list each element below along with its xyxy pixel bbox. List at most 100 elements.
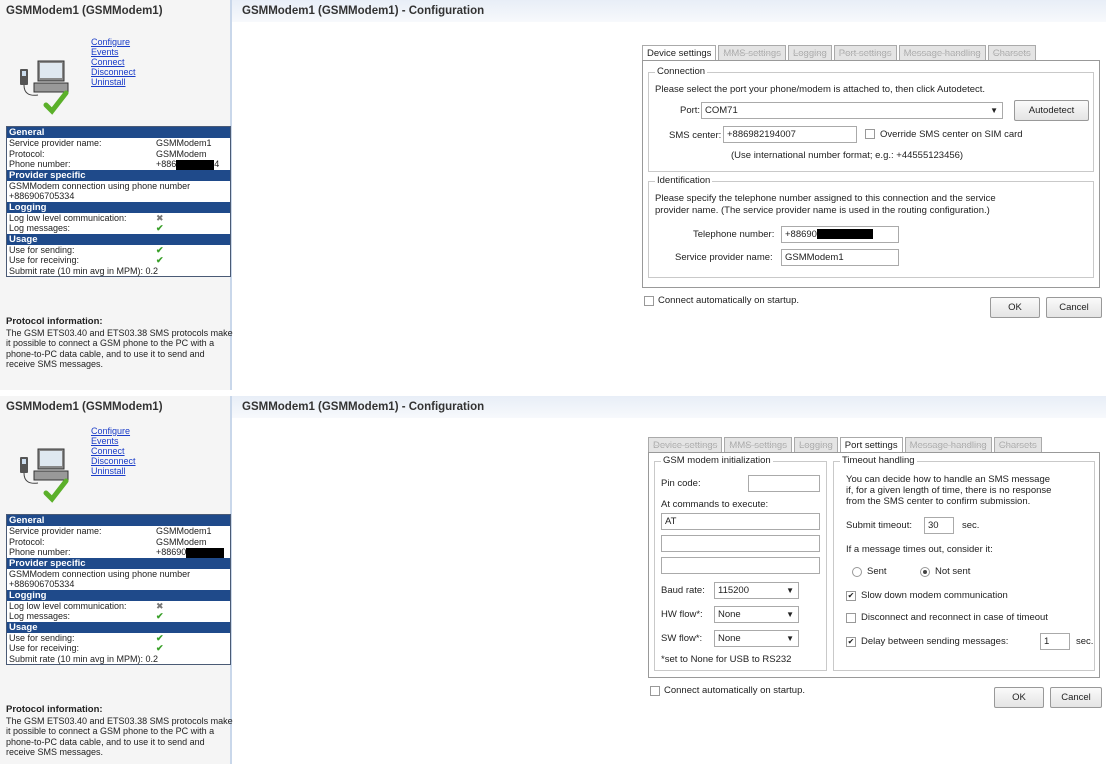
cancel-button[interactable]: Cancel: [1050, 687, 1102, 708]
sw-flow-select[interactable]: None ▼: [714, 630, 799, 647]
at-command-input[interactable]: [661, 535, 820, 552]
tab-mms-settings[interactable]: MMS settings: [718, 45, 786, 60]
submit-rate: Submit rate (10 min avg in MPM): 0.2: [9, 265, 159, 276]
at-command-input[interactable]: [661, 557, 820, 574]
protocol-info: Protocol information: The GSM ETS03.40 a…: [6, 316, 234, 370]
telephone-input[interactable]: +88690: [781, 226, 899, 243]
config-title: GSMModem1 (GSMModem1) - Configuration: [242, 5, 485, 17]
identification-intro: provider name. (The service provider nam…: [655, 205, 990, 216]
delay-label: Delay between sending messages:: [861, 636, 1009, 647]
info-row: Service provider name: GSMModem1: [9, 138, 212, 148]
dropdown-arrow-icon: ▼: [786, 586, 794, 595]
ok-button[interactable]: OK: [990, 297, 1040, 318]
protocol-text: The GSM ETS03.40 and ETS03.38 SMS protoc…: [6, 327, 233, 370]
tab-device-settings[interactable]: Device settings: [648, 437, 723, 452]
at-commands-label: At commands to execute:: [661, 499, 769, 510]
ok-button[interactable]: OK: [994, 687, 1044, 708]
check-icon: ✔: [156, 244, 164, 255]
pin-input[interactable]: [748, 475, 820, 492]
submit-timeout-label: Submit timeout:: [846, 520, 912, 531]
info-row: Log low level communication: ✖: [7, 213, 230, 224]
connect-auto-checkbox[interactable]: [650, 686, 660, 696]
hw-flow-select[interactable]: None ▼: [714, 606, 799, 623]
info-row: Protocol: GSMModem: [9, 536, 207, 547]
tab-port-settings[interactable]: Port settings: [839, 437, 903, 453]
link-disconnect[interactable]: Disconnect: [91, 67, 136, 77]
link-uninstall[interactable]: Uninstall: [91, 466, 136, 476]
baud-label: Baud rate:: [661, 585, 705, 596]
connect-auto-label: Connect automatically on startup.: [658, 295, 799, 306]
config-title: GSMModem1 (GSMModem1) - Configuration: [242, 401, 485, 413]
tab-logging[interactable]: Logging: [793, 437, 838, 452]
tab-mms-settings[interactable]: MMS settings: [724, 437, 792, 452]
sms-center-input[interactable]: [723, 126, 857, 143]
timeout-intro: You can decide how to handle an SMS mess…: [846, 474, 1051, 485]
sent-radio[interactable]: [852, 567, 862, 577]
logging-header: Logging: [7, 589, 230, 601]
connection-intro: Please select the port your phone/modem …: [655, 84, 986, 95]
timeout-fieldset: Timeout handling You can decide how to h…: [833, 455, 1095, 671]
cross-icon: ✖: [156, 212, 164, 223]
submit-timeout-input[interactable]: [924, 517, 954, 534]
info-row: Use for receiving: ✔: [7, 643, 230, 654]
info-table: General Service provider name: GSMModem1 …: [6, 514, 231, 666]
intl-hint: (Use international number format; e.g.: …: [731, 150, 964, 161]
general-header: General: [7, 127, 230, 138]
slow-down-label: Slow down modem communication: [861, 590, 1008, 601]
baud-select[interactable]: 115200 ▼: [714, 582, 799, 599]
tab-message-handling[interactable]: Message handling: [898, 45, 986, 60]
provider-header: Provider specific: [7, 169, 230, 181]
tab-port-settings[interactable]: Port settings: [833, 45, 897, 60]
tab-message-handling[interactable]: Message handling: [904, 437, 992, 452]
link-connect[interactable]: Connect: [91, 446, 136, 456]
connect-auto-label: Connect automatically on startup.: [664, 685, 805, 696]
modem-connected-icon: [16, 443, 76, 503]
protocol-info: Protocol information: The GSM ETS03.40 a…: [6, 704, 234, 758]
tab-bar: Device settings MMS settings Logging Por…: [648, 437, 1044, 453]
slow-down-checkbox[interactable]: ✔: [846, 591, 856, 601]
not-sent-radio[interactable]: [920, 567, 930, 577]
provider-input[interactable]: [781, 249, 899, 266]
port-select[interactable]: COM71 ▼: [701, 102, 1003, 119]
override-sms-checkbox[interactable]: [865, 129, 875, 139]
device-settings-pane: Connection Please select the port your p…: [642, 60, 1100, 288]
link-uninstall[interactable]: Uninstall: [91, 77, 136, 87]
check-icon: ✔: [156, 632, 164, 643]
link-connect[interactable]: Connect: [91, 57, 136, 67]
timeout-intro: if, for a given length of time, there is…: [846, 485, 1052, 496]
disconnect-reconnect-checkbox[interactable]: [846, 613, 856, 623]
timeout-legend: Timeout handling: [840, 455, 917, 466]
protocol-title: Protocol information:: [6, 316, 103, 327]
info-row: Log low level communication: ✖: [7, 601, 230, 612]
submit-rate: Submit rate (10 min avg in MPM): 0.2: [9, 653, 159, 664]
modem-connected-icon: [16, 55, 76, 115]
link-events[interactable]: Events: [91, 436, 136, 446]
provider-text: GSMModem connection using phone number +…: [9, 568, 191, 590]
link-disconnect[interactable]: Disconnect: [91, 456, 136, 466]
info-row: Log messages: ✔: [7, 611, 230, 622]
cancel-button[interactable]: Cancel: [1046, 297, 1102, 318]
connection-title: GSMModem1 (GSMModem1): [6, 5, 163, 17]
identification-legend: Identification: [655, 175, 713, 186]
tab-bar: Device settings MMS settings Logging Por…: [642, 45, 1038, 61]
autodetect-button[interactable]: Autodetect: [1014, 100, 1089, 121]
connect-auto-checkbox[interactable]: [644, 296, 654, 306]
delay-input[interactable]: [1040, 633, 1070, 650]
at-command-input[interactable]: [661, 513, 820, 530]
disconnect-reconnect-label: Disconnect and reconnect in case of time…: [861, 612, 1048, 623]
check-icon: ✔: [156, 223, 164, 234]
link-configure[interactable]: Configure: [91, 37, 136, 47]
info-row: Log messages: ✔: [7, 223, 230, 234]
override-sms-label: Override SMS center on SIM card: [880, 129, 1023, 140]
tab-charsets[interactable]: Charsets: [993, 437, 1042, 452]
link-configure[interactable]: Configure: [91, 426, 136, 436]
delay-checkbox[interactable]: ✔: [846, 637, 856, 647]
connection-fieldset: Connection Please select the port your p…: [648, 66, 1094, 172]
info-row: Use for receiving: ✔: [7, 255, 230, 266]
tab-device-settings[interactable]: Device settings: [642, 45, 717, 61]
provider-label: Service provider name:: [675, 252, 773, 263]
tab-charsets[interactable]: Charsets: [987, 45, 1036, 60]
link-events[interactable]: Events: [91, 47, 136, 57]
sec-label: sec.: [962, 520, 980, 531]
tab-logging[interactable]: Logging: [787, 45, 832, 60]
